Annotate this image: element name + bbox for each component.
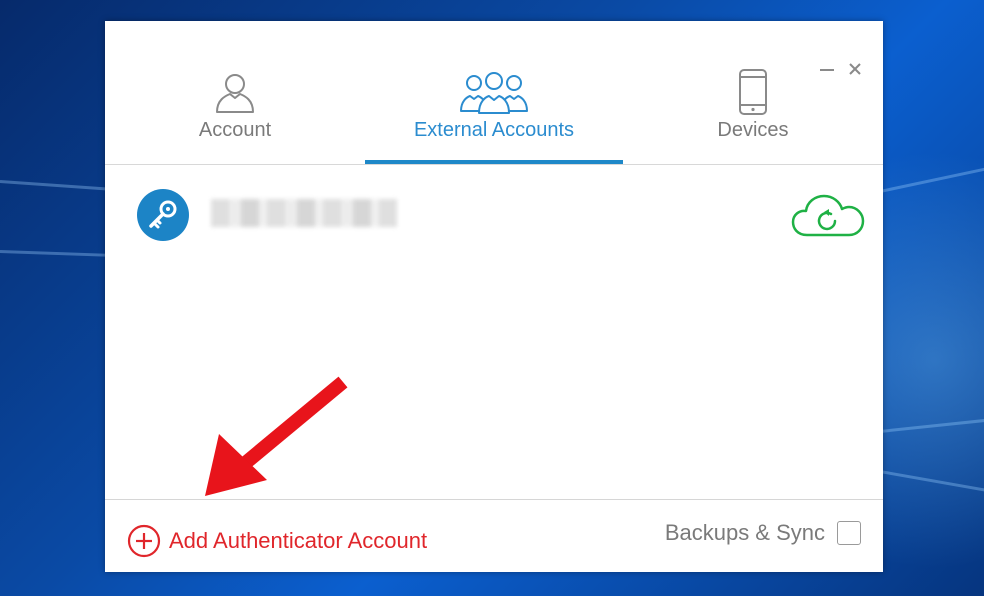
tab-external-accounts[interactable]: External Accounts	[365, 21, 623, 164]
tab-account[interactable]: Account	[135, 21, 335, 164]
annotation-arrow-icon	[205, 376, 348, 496]
account-list-item[interactable]	[105, 181, 883, 253]
tab-label: External Accounts	[413, 119, 575, 141]
group-icon	[460, 69, 528, 115]
cloud-sync-icon[interactable]	[791, 193, 865, 243]
key-icon	[137, 189, 189, 241]
tab-label: Devices	[717, 119, 789, 141]
phone-icon	[738, 69, 768, 115]
person-icon	[213, 69, 257, 115]
tab-bar: Account External Accounts Devices	[105, 21, 883, 165]
add-circle-icon	[127, 524, 161, 558]
light-ray	[0, 250, 120, 258]
backups-sync-label: Backups & Sync	[664, 520, 825, 545]
tab-label: Account	[198, 119, 272, 141]
backups-sync-checkbox[interactable]	[837, 521, 861, 545]
account-name-redacted	[211, 199, 397, 227]
window-footer: Add Authenticator Account Backups & Sync	[105, 499, 883, 573]
add-account-label: Add Authenticator Account	[169, 528, 428, 553]
active-tab-indicator	[365, 160, 623, 164]
backups-sync-option: Backups & Sync	[665, 520, 861, 546]
light-ray	[0, 180, 120, 192]
tab-devices[interactable]: Devices	[653, 21, 853, 164]
add-authenticator-account-button[interactable]: Add Authenticator Account	[127, 524, 427, 558]
